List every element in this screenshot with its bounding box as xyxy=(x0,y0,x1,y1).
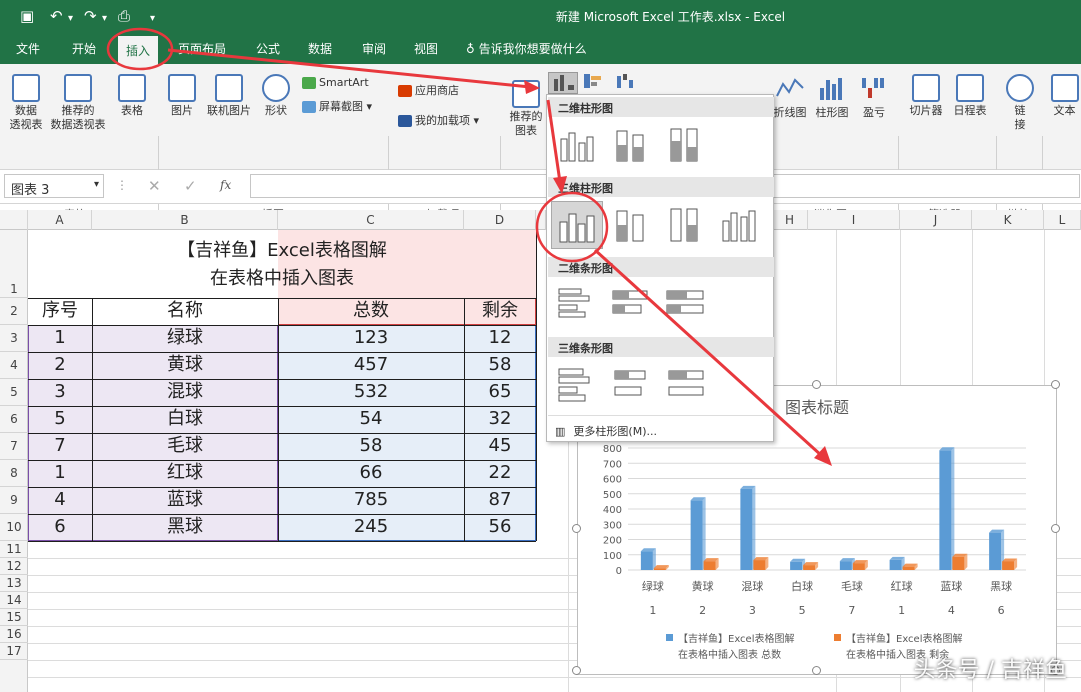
annotation-arrow-line xyxy=(546,99,562,183)
annotation-arrow-line xyxy=(593,248,824,458)
annotation-arrow-line xyxy=(167,48,531,89)
arrow-head-icon xyxy=(553,176,567,194)
annotation-overlay xyxy=(106,27,832,466)
arrow-head-icon xyxy=(814,446,832,466)
highlight-circle-insert-tab xyxy=(106,27,174,71)
watermark: 头条号 / 吉祥鱼 xyxy=(913,658,1067,683)
arrow-head-icon xyxy=(524,80,540,94)
